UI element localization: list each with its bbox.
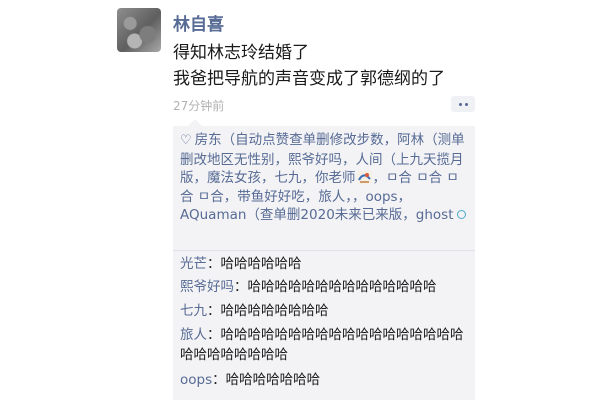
post-text-line-1: 得知林志玲结婚了 [173, 43, 309, 63]
comment-text: 哈哈哈哈哈哈哈哈哈哈哈哈哈哈哈哈哈哈哈哈哈哈哈哈哈哈 [180, 327, 464, 363]
panel-divider [173, 250, 475, 251]
ring-icon [456, 210, 466, 220]
comment-separator: ： [212, 372, 226, 388]
moments-post: 林自喜 得知林志玲结婚了 我爸把导航的声音变成了郭德纲的了 27分钟前 ♡ 房东（… [0, 0, 600, 400]
likes-list: ♡ 房东（自动点赞查单删修改步数，阿林（测单删改地区无性别，熙爷好吗，人间（上九天… [180, 131, 472, 225]
comment-author[interactable]: 熙爷好吗 [180, 279, 234, 295]
heart-outline-icon: ♡ [180, 133, 192, 148]
comment-author[interactable]: oops [180, 372, 212, 388]
post-text-line-2: 我爸把导航的声音变成了郭德纲的了 [173, 69, 445, 89]
comment-text: 哈哈哈哈哈哈哈哈哈哈哈哈哈哈 [247, 279, 437, 295]
comment-separator: ： [234, 279, 248, 295]
more-actions-button[interactable] [451, 96, 475, 112]
comment-separator: ： [207, 256, 221, 272]
more-dots-icon [458, 102, 462, 106]
comment-text: 哈哈哈哈哈哈哈 [225, 372, 321, 388]
panel-caret [188, 119, 202, 126]
comment-item[interactable]: oops：哈哈哈哈哈哈哈 [180, 370, 472, 390]
post-timestamp: 27分钟前 [173, 99, 225, 113]
comment-author[interactable]: 旅人 [180, 327, 207, 343]
username[interactable]: 林自喜 [173, 10, 224, 35]
comment-text: 哈哈哈哈哈哈哈哈 [220, 303, 329, 319]
more-dots-icon-2 [464, 102, 468, 106]
comment-item[interactable]: 旅人：哈哈哈哈哈哈哈哈哈哈哈哈哈哈哈哈哈哈哈哈哈哈哈哈哈哈 [180, 325, 472, 365]
comment-author[interactable]: 光芒 [180, 256, 207, 272]
comment-separator: ： [207, 303, 221, 319]
avatar[interactable] [117, 8, 161, 52]
comment-author[interactable]: 七九 [180, 303, 207, 319]
comment-text: 哈哈哈哈哈哈 [220, 256, 302, 272]
comment-item[interactable]: 光芒：哈哈哈哈哈哈 [180, 254, 472, 274]
emoji-icon [356, 171, 372, 185]
comment-item[interactable]: 七九：哈哈哈哈哈哈哈哈 [180, 301, 472, 321]
comment-separator: ： [207, 327, 221, 343]
comment-item[interactable]: 熙爷好吗：哈哈哈哈哈哈哈哈哈哈哈哈哈哈 [180, 277, 472, 297]
